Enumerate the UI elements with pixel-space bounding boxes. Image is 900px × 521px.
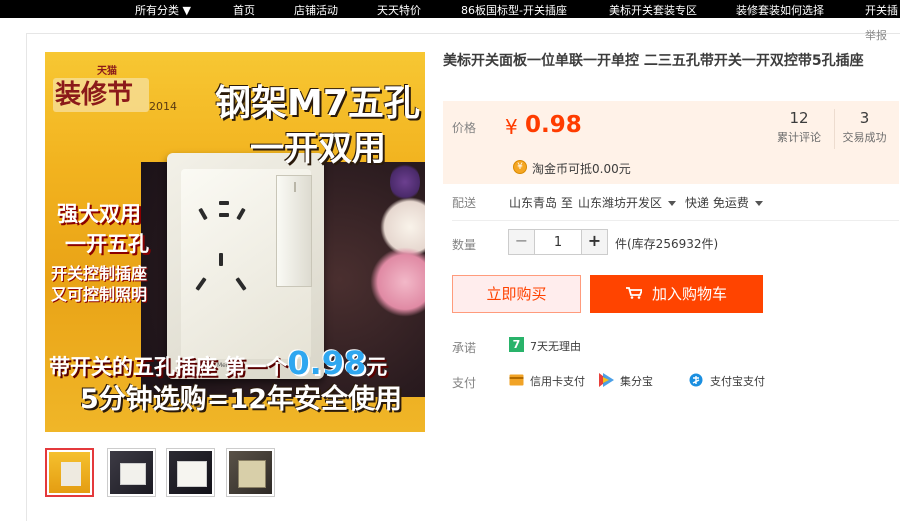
chevron-down-icon [668,201,677,206]
quantity-input[interactable] [535,230,581,254]
add-to-cart-label: 加入购物车 [651,285,727,303]
nav-switch-socket[interactable]: 开关插 [865,2,898,18]
nav-us-switch-zone[interactable]: 美标开关套装专区 [609,2,697,18]
nav-86-socket[interactable]: 86板国标型-开关插座 [461,2,567,18]
chevron-down-icon [754,201,763,206]
stock-text: 件(库存256932件) [615,237,719,251]
nav-home[interactable]: 首页 [233,2,255,18]
alipay-icon [689,373,703,387]
price-label: 价格 [452,121,477,135]
feature-text-1: 强大双用 [57,202,141,226]
buy-now-button[interactable]: 立即购买 [452,275,581,313]
product-title: 美标开关面板一位单联一开单控 二三五孔带开关一开双控带5孔插座 [443,53,864,69]
delivery-method-select[interactable]: 快递 免运费 [685,194,763,211]
cart-icon [625,286,642,299]
price-panel: 价格 ¥ 0.98 12 累计评论 3 交易成功 ¥ 淘金币可抵0.00元 [443,101,899,184]
promo-price: 0.98 [287,344,367,382]
deals-count: 3 [859,109,870,127]
tmall-label: 天猫 [97,66,117,77]
reviews-count: 12 [789,109,809,127]
destination-label: 山东潍坊开发区 [578,196,663,210]
promise-label: 承诺 [452,341,477,355]
increase-button[interactable]: + [581,230,607,254]
main-product-image[interactable]: Meibiao 天猫 装修节 2014 钢架M7五孔 一开双用 强大双用 一开五… [45,52,425,432]
flower-purple [390,162,420,202]
delivery-row: 配送 山东青岛 至 山东潍坊开发区 快递 免运费 [452,194,899,221]
promo-unit: 元 [366,355,388,379]
promo-banner: 带开关的五孔插座 第一个0.98元 [49,347,387,379]
add-to-cart-button[interactable]: 加入购物车 [590,275,763,313]
deals-label: 交易成功 [842,131,887,144]
seven-day-return-icon: 7 [509,337,524,352]
triangle-down-icon: ▼ [182,4,191,17]
payment-label: 支付 [452,376,477,390]
nav-all-categories[interactable]: 所有分类 ▼ [135,2,191,18]
feature-text-4: 又可控制照明 [51,285,148,304]
nav-label: 所有分类 [135,4,179,17]
promo-text: 带开关的五孔插座 第一个 [49,355,288,379]
thumbnail-4[interactable] [226,448,275,497]
deals-stat: 3 交易成功 [834,109,894,149]
nav-decoration-guide[interactable]: 装修套装如何选择 [736,2,824,18]
quantity-stepper: − + [508,229,608,255]
payment-jifenbao[interactable]: 集分宝 [620,373,653,389]
currency-symbol: ¥ [505,115,518,139]
feature-text-2: 一开五孔 [65,232,149,256]
coin-text: 淘金币可抵0.00元 [532,162,631,176]
jifenbao-icon [599,373,614,387]
nav-store-activity[interactable]: 店铺活动 [294,2,338,18]
coin-icon: ¥ [513,160,527,174]
thumbnail-2[interactable] [107,448,156,497]
rocker-switch [276,175,312,287]
headline-1: 钢架M7五孔 [215,83,420,124]
quantity-label: 数量 [452,238,477,252]
thumbnail-3[interactable] [166,448,215,497]
festival-year: 2014 [149,100,177,113]
delivery-from: 山东青岛 至 [509,196,573,210]
decrease-button[interactable]: − [509,230,535,254]
festival-title: 装修节 [55,80,134,110]
payment-alipay[interactable]: 支付宝支付 [710,373,765,389]
feature-text-3: 开关控制插座 [51,264,148,283]
delivery-destination-select[interactable]: 山东潍坊开发区 [578,194,677,211]
nav-daily-special[interactable]: 天天特价 [377,2,421,18]
headline-2: 一开双用 [250,129,386,169]
credit-card-icon [509,374,524,386]
price-value: 0.98 [525,112,582,138]
promise-text[interactable]: 7天无理由 [530,338,581,354]
thumbnail-1[interactable] [45,448,94,497]
bottom-slogan: 5分钟选购=12年安全使用 [80,384,402,415]
reviews-stat[interactable]: 12 累计评论 [771,109,827,145]
reviews-label: 累计评论 [777,131,821,144]
report-link[interactable]: 举报 [865,27,887,43]
method-label: 快递 免运费 [685,196,749,210]
payment-credit-card[interactable]: 信用卡支付 [530,373,585,389]
delivery-label: 配送 [452,196,477,210]
top-navigation: 所有分类 ▼ 首页 店铺活动 天天特价 86板国标型-开关插座 美标开关套装专区… [0,0,900,18]
